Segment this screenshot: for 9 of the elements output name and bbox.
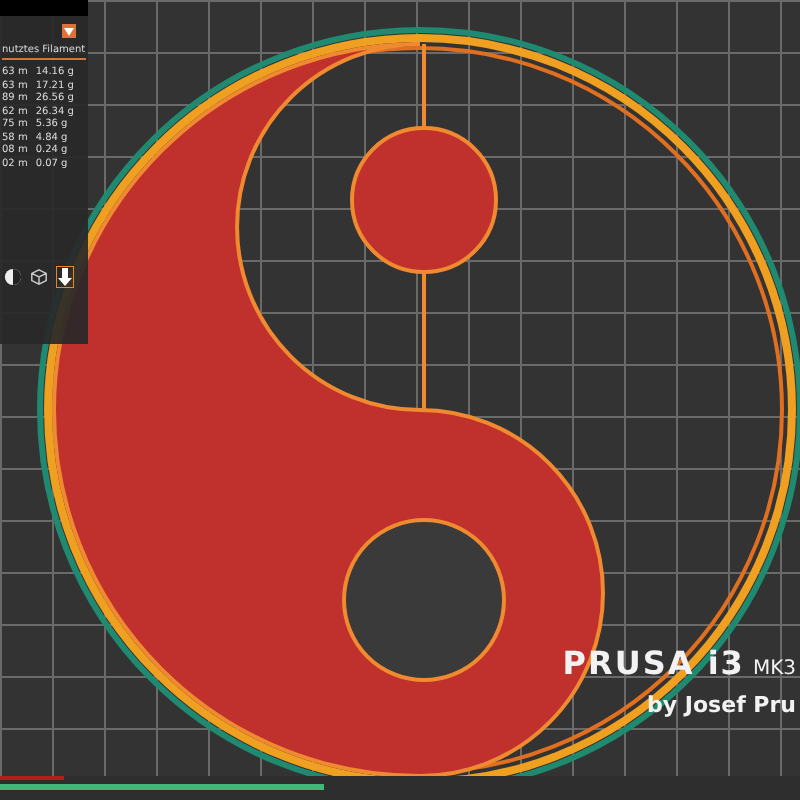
bed-author-text: by Josef Pru: [647, 692, 796, 718]
caret-icon: [64, 27, 74, 35]
half-circle-icon[interactable]: [4, 268, 22, 286]
bed-model-suffix: MK3: [752, 658, 796, 680]
cube-icon[interactable]: [30, 268, 48, 286]
dropdown-button[interactable]: [62, 24, 76, 38]
layer-slider[interactable]: [0, 776, 800, 800]
top-bar: [0, 0, 88, 16]
download-icon[interactable]: [56, 266, 74, 288]
